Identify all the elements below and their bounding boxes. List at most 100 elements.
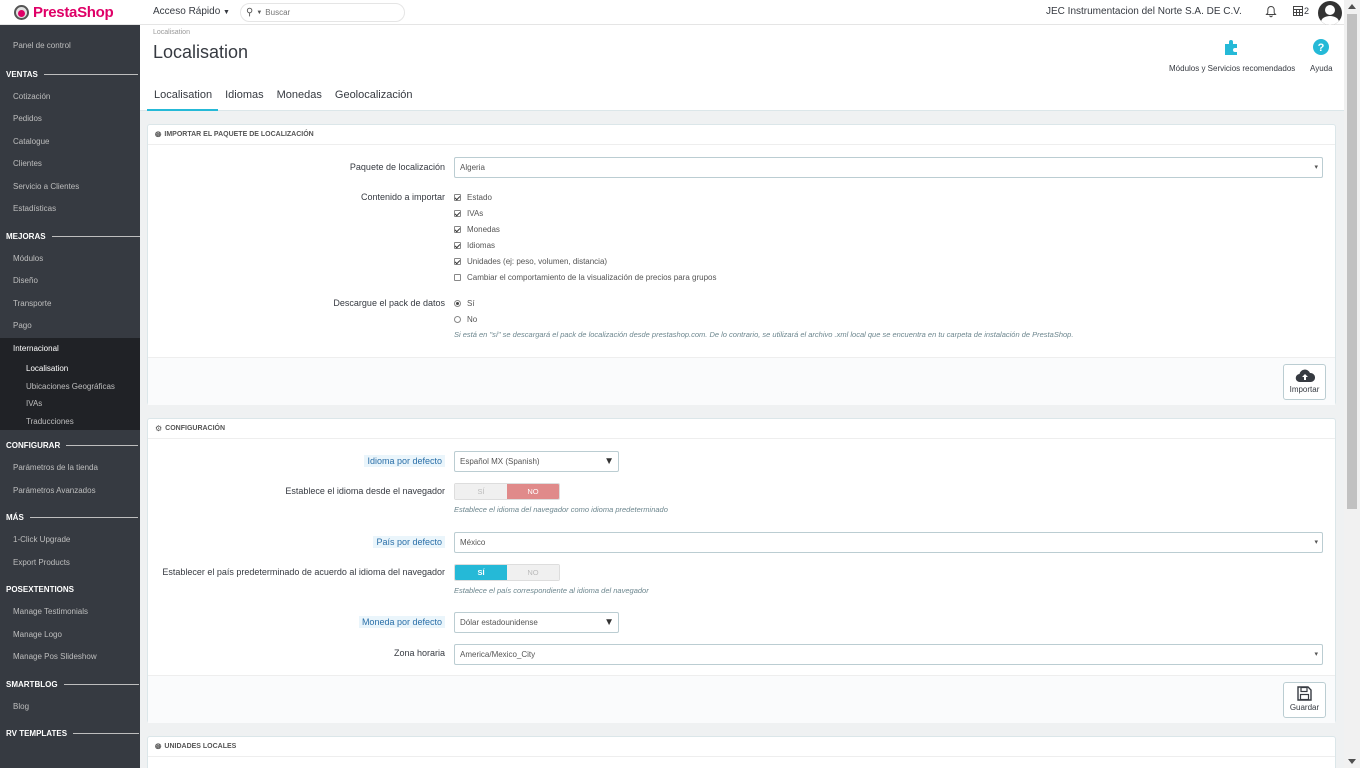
page-scrollbar[interactable] bbox=[1344, 0, 1360, 768]
logo-text: PrestaShop bbox=[33, 3, 114, 21]
divider bbox=[63, 683, 139, 685]
sidebar-item-modulos[interactable]: Módulos bbox=[0, 248, 140, 271]
radio-button[interactable] bbox=[454, 316, 461, 323]
radio-button[interactable] bbox=[454, 300, 461, 307]
sidebar-item-diseno[interactable]: Diseño bbox=[0, 270, 140, 293]
tab-idiomas[interactable]: Idiomas bbox=[218, 85, 270, 111]
checkbox[interactable] bbox=[454, 258, 461, 265]
orders-notification[interactable]: 2 bbox=[1293, 6, 1309, 16]
page-header: Localisation Localisation Módulos y Serv… bbox=[140, 25, 1344, 111]
checkbox[interactable] bbox=[454, 226, 461, 233]
checkbox[interactable] bbox=[454, 274, 461, 281]
browser-language-switch[interactable]: SÍ NO bbox=[454, 483, 560, 500]
caret-down-icon[interactable]: ▼ bbox=[256, 10, 262, 16]
country-browser-switch[interactable]: SÍ NO bbox=[454, 564, 560, 581]
panel-heading-text: IMPORTAR EL PAQUETE DE LOCALIZACIÓN bbox=[164, 130, 314, 138]
scroll-down-arrow[interactable] bbox=[1348, 759, 1356, 764]
puzzle-icon bbox=[1223, 38, 1241, 56]
sidebar-item-manage-testimonials[interactable]: Manage Testimonials bbox=[0, 601, 140, 624]
switch-yes[interactable]: SÍ bbox=[455, 565, 507, 580]
sidebar-item-servicio[interactable]: Servicio a Clientes bbox=[0, 176, 140, 199]
section-title: POSEXTENTIONS bbox=[6, 585, 75, 594]
breadcrumb[interactable]: Localisation bbox=[153, 29, 190, 36]
panel-heading-text: UNIDADES LOCALES bbox=[164, 742, 237, 750]
bell-icon[interactable] bbox=[1265, 5, 1277, 18]
timezone-select[interactable]: America/Mexico_City ▾ bbox=[454, 644, 1323, 665]
radio-label: Sí bbox=[467, 299, 475, 308]
prestashop-logo[interactable]: PrestaShop bbox=[14, 3, 114, 21]
tab-localisation[interactable]: Localisation bbox=[147, 85, 219, 111]
import-button[interactable]: Importar bbox=[1283, 364, 1326, 400]
scrollbar-thumb[interactable] bbox=[1347, 14, 1357, 509]
sidebar-item-transporte[interactable]: Transporte bbox=[0, 293, 140, 316]
sidebar-item-cotizacion[interactable]: Cotización bbox=[0, 86, 140, 109]
search-icon[interactable]: ⚲ bbox=[246, 7, 253, 18]
switch-no[interactable]: NO bbox=[507, 565, 559, 580]
select-value: México bbox=[460, 538, 486, 547]
panel-heading: 🌐︎ UNIDADES LOCALES bbox=[148, 737, 1335, 757]
chevron-down-icon: ▾ bbox=[1314, 164, 1318, 171]
quick-access-label: Acceso Rápido bbox=[153, 6, 221, 17]
search-input[interactable] bbox=[265, 8, 376, 17]
radio-download-no[interactable]: No bbox=[454, 315, 477, 324]
panel-heading: ⚙ CONFIGURACIÓN bbox=[148, 419, 1335, 439]
switch-no[interactable]: NO bbox=[507, 484, 559, 499]
sidebar-section-configurar: CONFIGURAR bbox=[0, 434, 140, 457]
sidebar-item-manage-logo[interactable]: Manage Logo bbox=[0, 624, 140, 647]
sidebar-subitem-localisation[interactable]: Localisation bbox=[0, 360, 140, 378]
switch-yes[interactable]: SÍ bbox=[455, 484, 507, 499]
divider bbox=[29, 517, 138, 518]
sidebar-subitem-ivas[interactable]: IVAs bbox=[0, 395, 140, 413]
scroll-up-arrow[interactable] bbox=[1348, 4, 1356, 9]
sidebar-subitem-traducciones[interactable]: Traducciones bbox=[0, 413, 140, 431]
checkbox-estado[interactable]: Estado bbox=[454, 193, 492, 202]
tab-bar: Localisation Idiomas Monedas Geolocaliza… bbox=[147, 85, 419, 111]
search-box[interactable]: ⚲ ▼ bbox=[240, 3, 405, 22]
default-language-select[interactable]: Español MX (Spanish) ▼ bbox=[454, 451, 619, 472]
sidebar-section-ventas: VENTAS bbox=[0, 63, 140, 86]
user-avatar[interactable] bbox=[1318, 1, 1342, 25]
chevron-down-icon: ▾ bbox=[1314, 539, 1318, 546]
checkbox-idiomas[interactable]: Idiomas bbox=[454, 241, 495, 250]
recommended-modules-button[interactable]: Módulos y Servicios recomendados bbox=[1169, 38, 1295, 73]
pack-select[interactable]: Algeria ▾ bbox=[454, 157, 1323, 178]
sidebar-section-mas: MÁS bbox=[0, 506, 140, 529]
checkbox-ivas[interactable]: IVAs bbox=[454, 209, 483, 218]
sidebar-item-export-products[interactable]: Export Products bbox=[0, 552, 140, 575]
svg-text:?: ? bbox=[1318, 42, 1325, 54]
download-help-text: Si está en "sí" se descargará el pack de… bbox=[454, 330, 1074, 339]
sidebar-item-catalogue[interactable]: Catalogue bbox=[0, 131, 140, 154]
radio-download-yes[interactable]: Sí bbox=[454, 299, 475, 308]
divider bbox=[51, 235, 140, 237]
help-icon: ? bbox=[1312, 38, 1330, 56]
quick-access-dropdown[interactable]: Acceso Rápido ▼ bbox=[153, 6, 230, 17]
save-button[interactable]: Guardar bbox=[1283, 682, 1326, 718]
sidebar-item-dashboard[interactable]: Panel de control bbox=[0, 35, 140, 58]
sidebar-item-pago[interactable]: Pago bbox=[0, 315, 140, 338]
sidebar-item-1-click-upgrade[interactable]: 1-Click Upgrade bbox=[0, 529, 140, 552]
tab-geolocalizacion[interactable]: Geolocalización bbox=[328, 85, 419, 111]
sidebar-item-blog[interactable]: Blog bbox=[0, 696, 140, 719]
sidebar-item-manage-pos-slideshow[interactable]: Manage Pos Slideshow bbox=[0, 646, 140, 669]
shop-name-link[interactable]: JEC Instrumentacion del Norte S.A. DE C.… bbox=[1046, 6, 1242, 17]
help-button[interactable]: ? Ayuda bbox=[1310, 38, 1333, 73]
sidebar-item-clientes[interactable]: Clientes bbox=[0, 153, 140, 176]
sidebar-section-mejoras: MEJORAS bbox=[0, 225, 140, 248]
checkbox[interactable] bbox=[454, 194, 461, 201]
globe-icon: 🌐︎ bbox=[155, 741, 162, 751]
checkbox[interactable] bbox=[454, 210, 461, 217]
checkbox-precios-grupos[interactable]: Cambiar el comportamiento de la visualiz… bbox=[454, 273, 716, 282]
sidebar-item-estadisticas[interactable]: Estadísticas bbox=[0, 198, 140, 221]
default-currency-select[interactable]: Dólar estadounidense ▼ bbox=[454, 612, 619, 633]
checkbox-monedas[interactable]: Monedas bbox=[454, 225, 500, 234]
sidebar-subitem-ubicaciones[interactable]: Ubicaciones Geográficas bbox=[0, 378, 140, 396]
sidebar-item-parametros-avanzados[interactable]: Parámetros Avanzados bbox=[0, 480, 140, 503]
checkbox-unidades[interactable]: Unidades (ej: peso, volumen, distancia) bbox=[454, 257, 607, 266]
tab-monedas[interactable]: Monedas bbox=[270, 85, 328, 111]
checkbox[interactable] bbox=[454, 242, 461, 249]
sidebar-item-pedidos[interactable]: Pedidos bbox=[0, 108, 140, 131]
top-header: PrestaShop Acceso Rápido ▼ ⚲▼ JEC Instru… bbox=[0, 0, 1344, 25]
sidebar-item-parametros-tienda[interactable]: Parámetros de la tienda bbox=[0, 457, 140, 480]
sidebar-item-internacional[interactable]: Internacional bbox=[0, 337, 140, 360]
default-country-select[interactable]: México ▾ bbox=[454, 532, 1323, 553]
